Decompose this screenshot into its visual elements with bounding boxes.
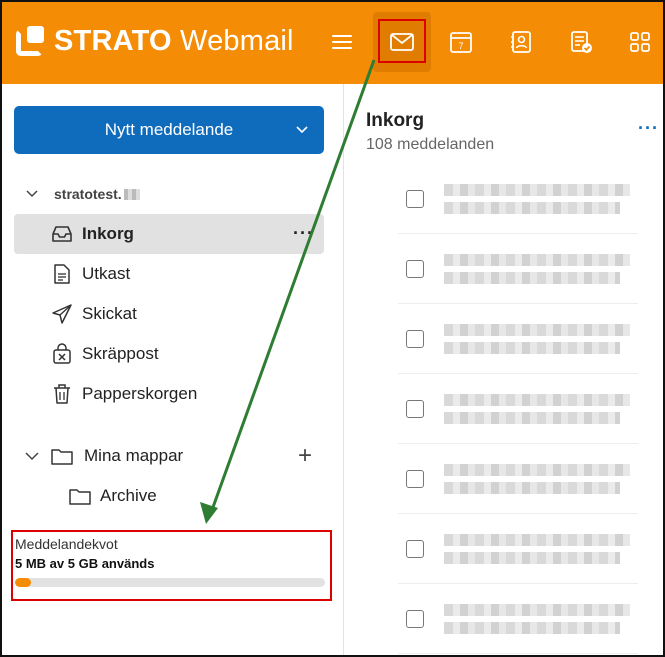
trash-icon bbox=[48, 383, 76, 405]
redacted-subject bbox=[444, 412, 620, 424]
list-item[interactable] bbox=[398, 304, 638, 374]
quota-bar bbox=[15, 578, 325, 587]
list-item[interactable] bbox=[398, 584, 638, 654]
contacts-app-button[interactable] bbox=[492, 12, 550, 72]
row-checkbox[interactable] bbox=[406, 610, 424, 628]
row-checkbox[interactable] bbox=[406, 260, 424, 278]
account-node[interactable]: stratotest. bbox=[24, 186, 140, 202]
folder-sent[interactable]: Skickat bbox=[14, 294, 324, 334]
redacted-subject bbox=[444, 202, 620, 214]
row-checkbox[interactable] bbox=[406, 400, 424, 418]
draft-icon bbox=[48, 263, 76, 285]
folder-icon bbox=[51, 449, 73, 465]
row-checkbox[interactable] bbox=[406, 540, 424, 558]
webmail-window: STRATO Webmail 7 Nytt meddelande stratot… bbox=[0, 0, 665, 657]
redacted-subject bbox=[444, 342, 620, 354]
brand-light: Webmail bbox=[180, 24, 294, 57]
redacted-subject bbox=[444, 272, 620, 284]
inbox-icon bbox=[48, 224, 76, 244]
chevron-down-icon bbox=[25, 452, 39, 461]
folder-label: Skickat bbox=[82, 304, 137, 323]
send-icon bbox=[48, 303, 76, 325]
message-quota-panel: Meddelandekvot 5 MB av 5 GB används bbox=[11, 530, 332, 601]
redacted-subject bbox=[444, 622, 620, 634]
row-checkbox[interactable] bbox=[406, 470, 424, 488]
folder-archive[interactable]: Archive bbox=[68, 476, 157, 516]
account-name: stratotest. bbox=[54, 186, 122, 202]
row-checkbox[interactable] bbox=[406, 330, 424, 348]
quota-bar-fill bbox=[15, 578, 31, 587]
folder-label: Papperskorgen bbox=[82, 384, 198, 403]
brand-name: STRATO Webmail bbox=[54, 25, 294, 58]
redacted-sender bbox=[444, 324, 630, 336]
folder-trash[interactable]: Papperskorgen bbox=[14, 374, 324, 414]
apps-button[interactable] bbox=[611, 12, 663, 72]
tasks-app-button[interactable] bbox=[552, 12, 610, 72]
list-item[interactable] bbox=[398, 374, 638, 444]
redacted-sender bbox=[444, 184, 630, 196]
calendar-app-button[interactable]: 7 bbox=[432, 12, 490, 72]
folder-sidebar: Nytt meddelande stratotest. Inkorg ··· U… bbox=[2, 84, 343, 655]
top-bar: STRATO Webmail 7 bbox=[2, 2, 663, 84]
list-title: Inkorg bbox=[366, 110, 425, 131]
strato-logo-mark bbox=[16, 26, 46, 56]
folder-label: Skräppost bbox=[82, 344, 159, 363]
folder-icon bbox=[69, 489, 91, 505]
row-checkbox[interactable] bbox=[406, 190, 424, 208]
list-item[interactable] bbox=[398, 444, 638, 514]
list-item[interactable] bbox=[398, 514, 638, 584]
redacted-sender bbox=[444, 534, 630, 546]
menu-button[interactable] bbox=[313, 12, 371, 72]
redacted-sender bbox=[444, 394, 630, 406]
brand-bold: STRATO bbox=[54, 24, 172, 57]
list-item[interactable] bbox=[398, 234, 638, 304]
chevron-down-icon[interactable] bbox=[294, 122, 310, 138]
more-options-icon[interactable]: ··· bbox=[293, 223, 314, 244]
archive-label: Archive bbox=[100, 486, 157, 505]
calendar-day: 7 bbox=[458, 41, 463, 51]
junk-icon bbox=[48, 343, 76, 365]
folder-label: Utkast bbox=[82, 264, 131, 283]
redacted-sender bbox=[444, 464, 630, 476]
new-message-button[interactable]: Nytt meddelande bbox=[14, 106, 324, 154]
menu-icon bbox=[332, 35, 352, 49]
message-list-pane: Inkorg 108 meddelanden ··· bbox=[344, 84, 663, 655]
strato-logo[interactable]: STRATO Webmail bbox=[16, 24, 294, 58]
quota-title: Meddelandekvot bbox=[15, 536, 118, 552]
my-folders-node[interactable]: Mina mappar + bbox=[24, 436, 324, 476]
folder-drafts[interactable]: Utkast bbox=[14, 254, 324, 294]
list-item[interactable] bbox=[398, 164, 638, 234]
redacted-sender bbox=[444, 254, 630, 266]
my-folders-label: Mina mappar bbox=[84, 446, 184, 465]
list-options-icon[interactable]: ··· bbox=[638, 118, 659, 139]
redacted-subject bbox=[444, 482, 620, 494]
add-folder-icon[interactable]: + bbox=[298, 442, 312, 470]
redacted-subject bbox=[444, 552, 620, 564]
folder-junk[interactable]: Skräppost bbox=[14, 334, 324, 374]
new-message-label: Nytt meddelande bbox=[104, 120, 234, 139]
redacted-sender bbox=[444, 604, 630, 616]
folder-label: Inkorg bbox=[82, 224, 134, 243]
apps-icon bbox=[630, 32, 650, 52]
account-name-redacted bbox=[123, 188, 140, 200]
quota-used-text: 5 MB av 5 GB används bbox=[15, 556, 155, 571]
tasks-icon bbox=[571, 31, 592, 53]
contacts-icon bbox=[511, 31, 531, 53]
folder-inbox[interactable]: Inkorg ··· bbox=[14, 214, 324, 254]
mail-icon-highlight bbox=[378, 19, 426, 63]
message-count: 108 meddelanden bbox=[366, 136, 495, 153]
calendar-icon: 7 bbox=[450, 32, 472, 53]
chevron-down-icon bbox=[26, 190, 38, 198]
